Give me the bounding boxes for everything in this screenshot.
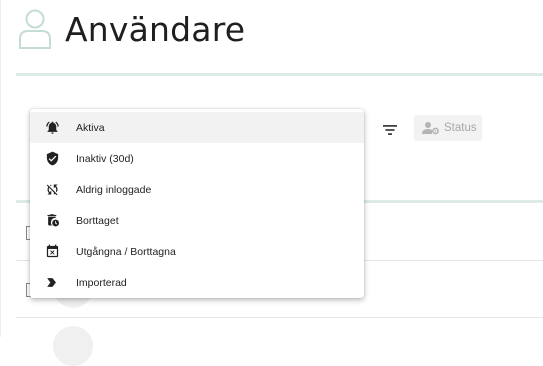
page-title: Användare (65, 9, 246, 49)
menu-item-label: Aktiva (76, 121, 105, 134)
filter-icon (383, 125, 397, 135)
menu-item-label: Aldrig inloggade (76, 183, 152, 196)
bell-icon (44, 120, 60, 136)
menu-item-expired-deleted[interactable]: Utgångna / Borttagna (30, 236, 364, 267)
page-header: Användare (18, 6, 245, 52)
divider-top (16, 73, 543, 76)
delete-clock-icon (44, 213, 60, 229)
status-filter-menu: Aktiva Inaktiv (30d) Aldrig inloggade Bo… (30, 109, 364, 298)
menu-item-inactive-30d[interactable]: Inaktiv (30d) (30, 143, 364, 174)
menu-item-deleted[interactable]: Borttaget (30, 205, 364, 236)
row-divider (16, 317, 543, 318)
user-icon (19, 9, 51, 49)
label-important-icon (44, 275, 60, 291)
sync-disabled-icon (44, 182, 60, 198)
menu-item-label: Utgångna / Borttagna (76, 245, 176, 258)
filter-button[interactable] (378, 118, 402, 142)
user-settings-icon (422, 122, 439, 135)
menu-item-never-logged-in[interactable]: Aldrig inloggade (30, 174, 364, 205)
status-button[interactable]: Status (414, 115, 482, 141)
avatar (53, 326, 93, 366)
event-busy-icon (44, 244, 60, 260)
shield-check-icon (44, 151, 60, 167)
status-label: Status (444, 122, 477, 134)
menu-item-imported[interactable]: Importerad (30, 267, 364, 298)
menu-item-label: Importerad (76, 276, 127, 289)
menu-item-active[interactable]: Aktiva (30, 112, 364, 143)
left-border (0, 0, 1, 337)
menu-item-label: Borttaget (76, 214, 119, 227)
menu-item-label: Inaktiv (30d) (76, 152, 134, 165)
